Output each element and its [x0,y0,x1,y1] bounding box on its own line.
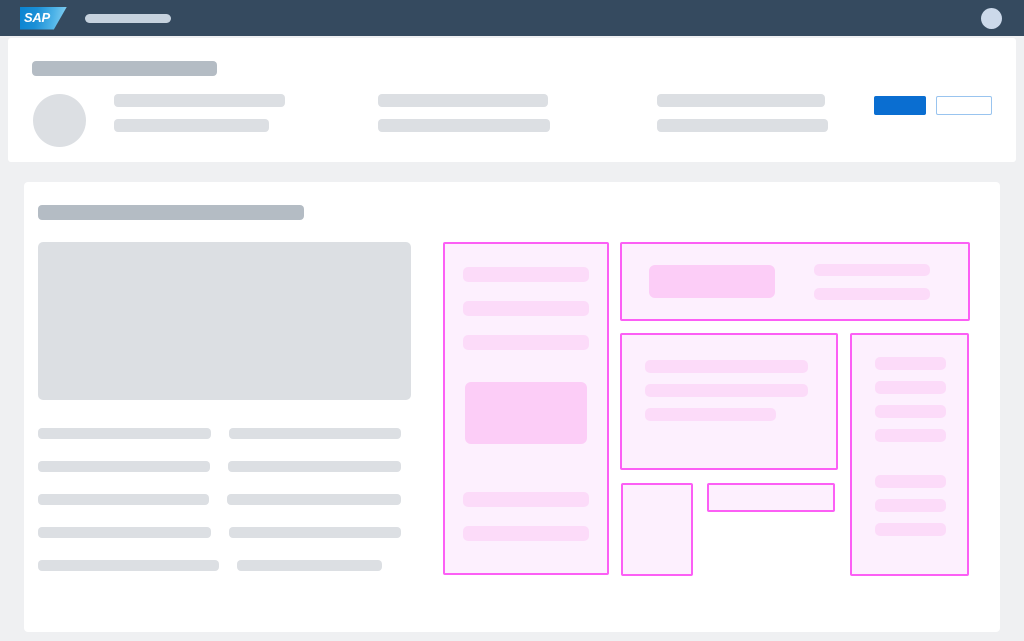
highlight-block-placeholder [465,382,587,444]
page-title-skeleton [32,61,217,76]
shellbar: SAP [0,0,1024,36]
header-field-skeleton [378,119,550,132]
text-skeleton-line [38,494,209,505]
highlight-line-placeholder [645,384,808,397]
shellbar-app-title-skeleton [85,13,171,23]
text-skeleton-grid [38,428,401,593]
header-field-skeleton [378,94,548,107]
table-row [38,560,401,571]
highlight-line-placeholder [875,405,946,418]
highlight-line-placeholder [645,408,776,421]
primary-action-button[interactable] [874,96,926,115]
text-skeleton-line [227,461,401,472]
text-skeleton-line [229,428,401,439]
highlight-panel-right-list[interactable] [850,333,969,576]
header-avatar [33,94,86,147]
text-skeleton-line [226,494,401,505]
table-row [38,428,401,439]
highlight-line-placeholder [814,288,930,300]
text-skeleton-line [237,560,382,571]
user-avatar-icon[interactable] [981,8,1002,29]
table-row [38,494,401,505]
highlight-panel-top-summary[interactable] [620,242,970,321]
header-field-skeleton [657,94,825,107]
section-title-skeleton [38,205,304,220]
highlight-panel-small-wide[interactable] [707,483,835,512]
table-row [38,527,401,538]
highlight-panel-small-tall[interactable] [621,483,693,576]
highlight-line-placeholder [463,526,589,541]
sap-logo-icon[interactable]: SAP [20,6,67,30]
text-skeleton-line [38,461,210,472]
text-skeleton-line [228,527,401,538]
highlight-line-placeholder [875,523,946,536]
highlight-line-placeholder [875,381,946,394]
text-skeleton-line [38,560,219,571]
object-page-header [8,38,1016,162]
highlight-line-placeholder [645,360,808,373]
header-column-1 [114,94,285,144]
highlight-line-placeholder [463,335,589,350]
highlight-block-placeholder [649,265,775,298]
sap-logo-text: SAP [24,9,50,25]
text-skeleton-line [38,428,212,439]
header-column-2 [378,94,550,144]
highlight-line-placeholder [463,301,589,316]
highlight-line-placeholder [875,499,946,512]
secondary-action-button[interactable] [936,96,992,115]
media-placeholder-block [38,242,411,400]
header-field-skeleton [657,119,828,132]
app-root: SAP [0,0,1024,641]
text-skeleton-line [38,527,211,538]
highlight-panel-middle-text[interactable] [620,333,838,470]
highlight-panel-left-list[interactable] [443,242,609,575]
header-column-3 [657,94,828,144]
highlight-line-placeholder [463,267,589,282]
highlight-line-placeholder [463,492,589,507]
highlight-line-placeholder [875,475,946,488]
header-field-skeleton [114,119,269,132]
highlight-line-placeholder [875,357,946,370]
highlight-line-placeholder [814,264,930,276]
highlight-line-placeholder [875,429,946,442]
table-row [38,461,401,472]
header-field-skeleton [114,94,285,107]
